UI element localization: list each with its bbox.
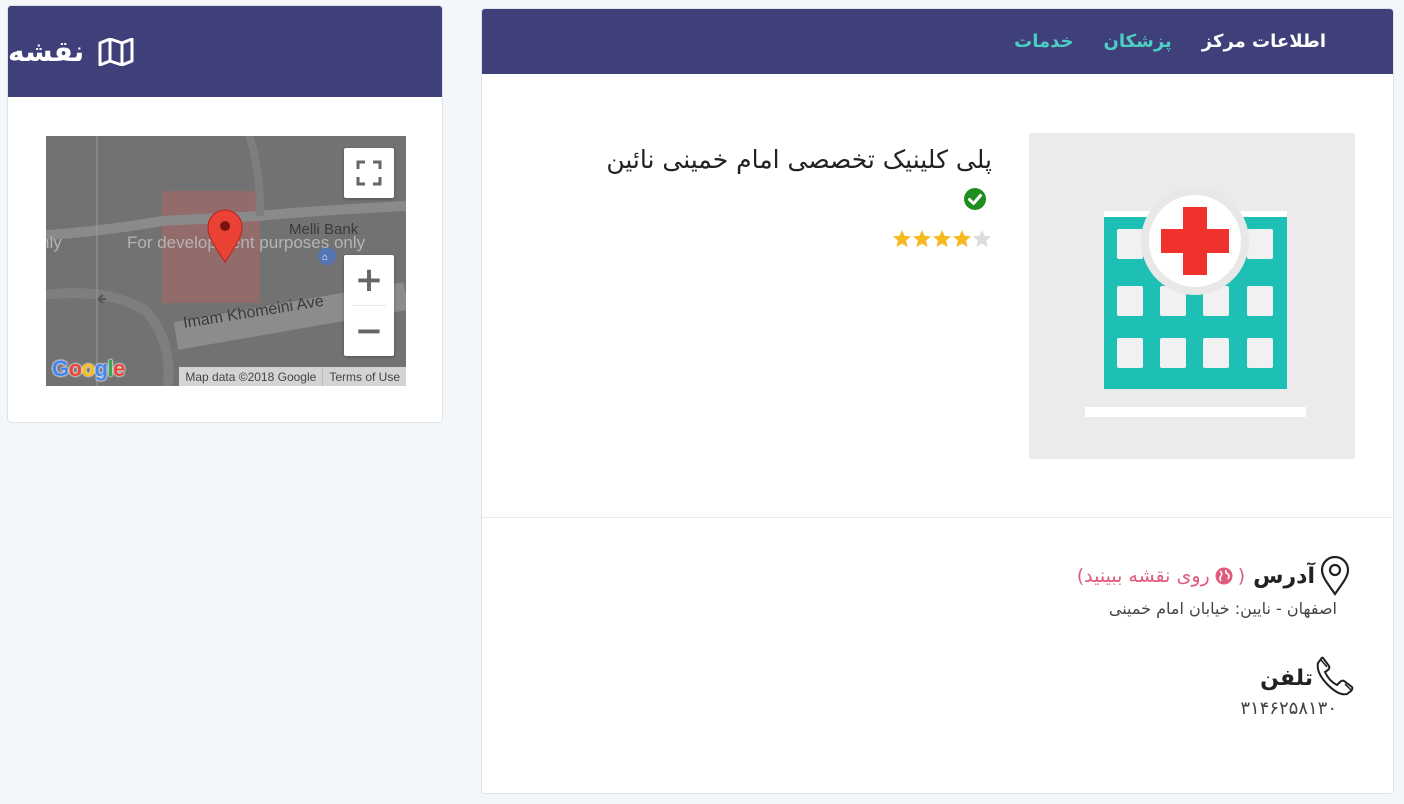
map-card-header: نقشه (8, 6, 442, 97)
map-attribution: Map data ©2018 Google Terms of Use (179, 367, 406, 386)
phone-heading: تلفن (1260, 654, 1355, 696)
star-filled-icon (913, 230, 931, 247)
tab-center-info[interactable]: اطلاعات مرکز (1202, 31, 1326, 52)
rating-stars (892, 229, 992, 249)
star-empty-icon (973, 230, 991, 247)
google-logo[interactable]: Google (52, 356, 125, 382)
address-label: آدرس (1253, 563, 1315, 589)
address-heading: آدرس ( روی نقشه ببینید ) (1077, 556, 1351, 596)
map-watermark-left: nly (46, 233, 62, 252)
google-logo-letter: o (68, 356, 82, 381)
tab-services[interactable]: خدمات (1014, 31, 1073, 52)
terms-of-use-link[interactable]: Terms of Use (322, 367, 406, 386)
phone-icon (1316, 656, 1354, 696)
view-on-map-link[interactable]: ( روی نقشه ببینید ) (1077, 565, 1245, 587)
section-divider (482, 517, 1393, 518)
zoom-in-button[interactable]: + (344, 255, 394, 305)
map-icon (98, 37, 134, 66)
address-text: اصفهان - نایین: خیابان امام خمینی (1108, 599, 1337, 618)
verified-check-icon (964, 188, 986, 210)
map-zoom-control: + − (344, 255, 394, 356)
zoom-out-button[interactable]: − (344, 306, 394, 356)
star-filled-icon (933, 230, 951, 247)
map-watermark: For development purposes only (127, 233, 366, 252)
map-data-credit: Map data ©2018 Google (179, 367, 323, 386)
hospital-image (1029, 133, 1355, 459)
google-logo-letter: g (94, 356, 108, 381)
info-tabs: اطلاعات مرکز پزشکان خدمات (482, 9, 1393, 74)
hospital-icon (1085, 187, 1306, 417)
map-card: نقشه ⌂ Imam Khomeini Ave Melli Bank For … (7, 5, 443, 423)
phone-number[interactable]: ۳۱۴۶۲۵۸۱۳۰ (1240, 698, 1337, 719)
svg-text:⌂: ⌂ (322, 252, 328, 263)
google-logo-letter: G (52, 356, 69, 381)
globe-icon (1215, 567, 1233, 585)
map-link-text: روی نقشه ببینید (1084, 565, 1210, 587)
google-map[interactable]: ⌂ Imam Khomeini Ave Melli Bank For devel… (46, 136, 406, 386)
star-filled-icon (953, 230, 971, 247)
map-fullscreen-button[interactable] (344, 148, 394, 198)
clinic-title: پلی کلینیک تخصصی امام خمینی نائین (606, 145, 992, 174)
star-filled-icon (893, 230, 911, 247)
center-info-card: اطلاعات مرکز پزشکان خدمات پلی کلینیک تخص… (481, 8, 1394, 794)
map-card-title: نقشه (8, 35, 85, 68)
location-pin-icon (1320, 556, 1350, 596)
map-link-paren-close: ) (1076, 565, 1085, 587)
google-logo-letter: o (81, 356, 95, 381)
map-link-paren-open: ( (1237, 565, 1246, 587)
google-logo-letter: e (113, 356, 125, 381)
tab-doctors[interactable]: پزشکان (1104, 31, 1172, 52)
phone-label: تلفن (1260, 665, 1313, 691)
fullscreen-icon (356, 160, 382, 186)
